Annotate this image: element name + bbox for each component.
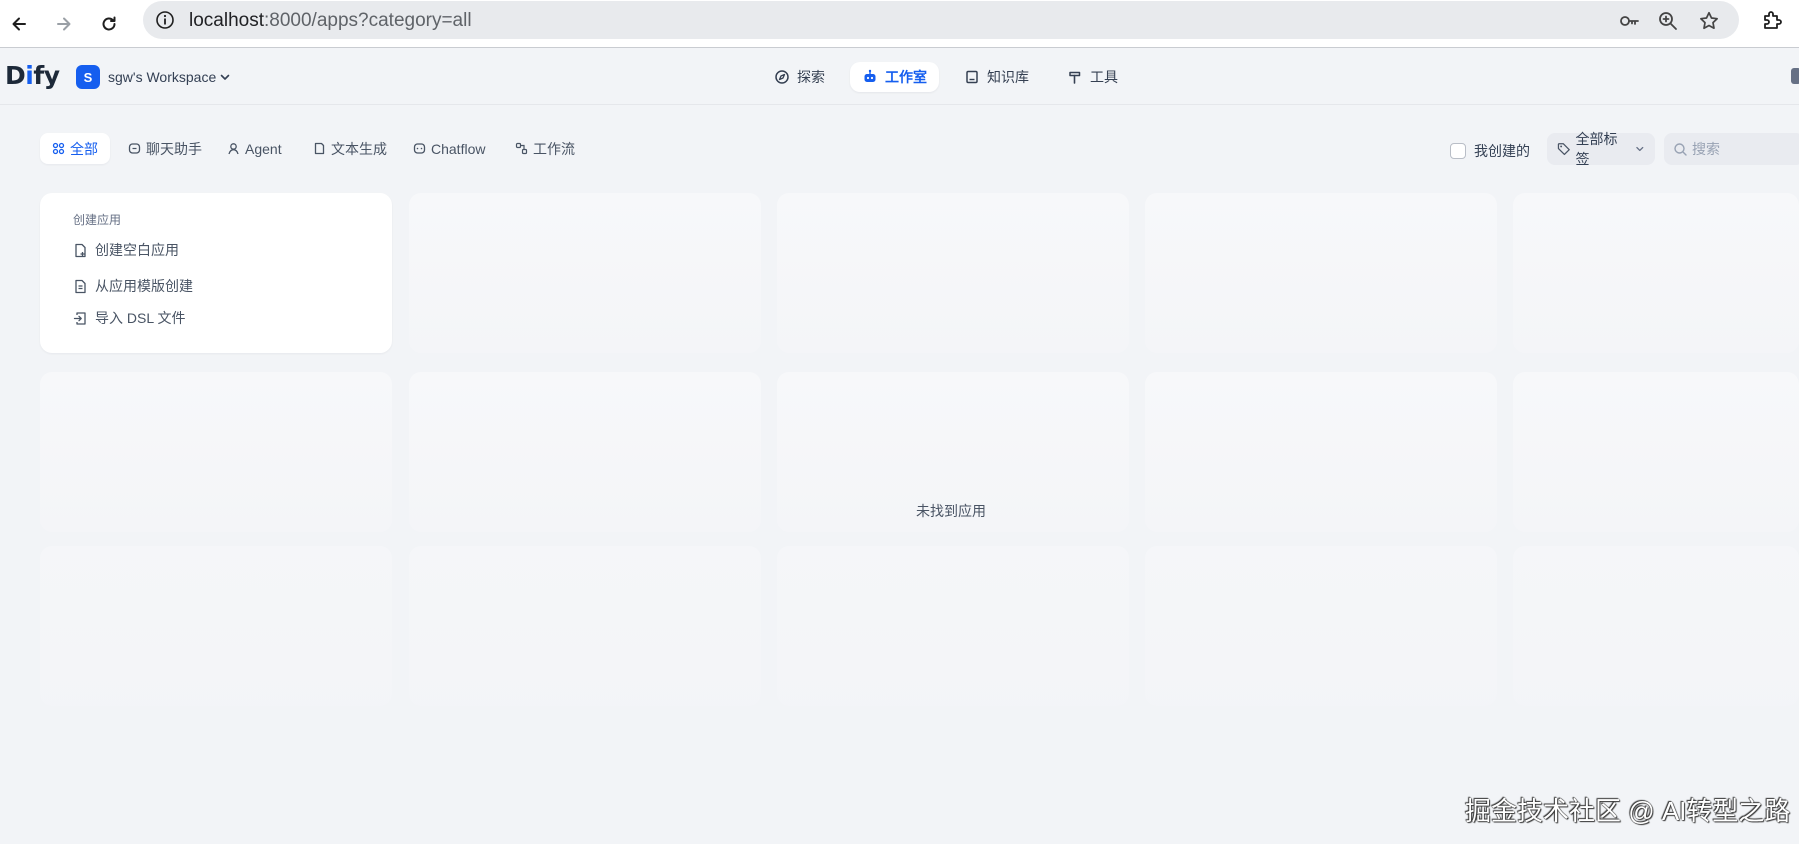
key-icon[interactable] [1618, 10, 1640, 32]
nav-tab-studio[interactable]: 工作室 [850, 62, 939, 92]
import-dsl-button[interactable]: 导入 DSL 文件 [73, 308, 186, 328]
app-card-placeholder [1145, 372, 1497, 532]
created-by-me-filter[interactable]: 我创建的 [1450, 141, 1530, 161]
dify-logo[interactable]: Dify [5, 61, 60, 90]
tag-icon [1557, 143, 1570, 156]
category-text-generation[interactable]: 文本生成 [301, 133, 399, 164]
url-text[interactable]: localhost:8000/apps?category=all [189, 10, 472, 32]
grid-icon [52, 142, 65, 155]
chevron-down-icon [220, 74, 230, 80]
account-avatar[interactable] [1791, 68, 1799, 84]
file-plus-icon [75, 243, 86, 257]
category-workflow[interactable]: 工作流 [503, 133, 587, 164]
empty-state-message: 未找到应用 [916, 503, 986, 519]
reload-icon [102, 16, 116, 31]
forward-button[interactable] [47, 7, 81, 41]
category-chat[interactable]: 聊天助手 [116, 133, 214, 164]
back-icon [12, 17, 26, 31]
category-agent[interactable]: Agent [215, 133, 294, 164]
search-icon [1674, 142, 1687, 156]
app-card-placeholder [40, 372, 392, 532]
category-chatflow[interactable]: Chatflow [401, 133, 497, 164]
compass-icon [775, 70, 789, 84]
app-card-placeholder [409, 193, 761, 353]
import-icon [73, 311, 86, 325]
nav-tab-knowledge[interactable]: 知识库 [952, 62, 1041, 92]
document-icon [314, 142, 325, 155]
address-bar[interactable]: localhost:8000/apps?category=all [143, 1, 1739, 39]
create-app-title: 创建应用 [73, 213, 122, 227]
app-card-placeholder [777, 193, 1129, 353]
watermark: 掘金技术社区 @ AI转型之路 [1465, 796, 1791, 826]
nav-tab-explore[interactable]: 探索 [762, 62, 837, 92]
reload-button[interactable] [92, 7, 126, 41]
chatflow-icon [413, 143, 426, 154]
nav-tab-tools[interactable]: 工具 [1055, 62, 1130, 92]
hammer-icon [1069, 71, 1081, 84]
created-by-me-checkbox[interactable] [1450, 143, 1466, 159]
create-app-card: 创建应用 创建空白应用 从应用模版创建 导入 DSL 文件 [40, 193, 392, 353]
app-card-placeholder [1145, 546, 1497, 706]
app-card-placeholder [409, 546, 761, 706]
star-icon[interactable] [1698, 10, 1720, 32]
extensions-icon[interactable] [1761, 8, 1785, 32]
workflow-icon [515, 142, 528, 155]
workspace-switcher[interactable]: S sgw's Workspace [76, 65, 231, 89]
create-from-template-button[interactable]: 从应用模版创建 [73, 276, 193, 296]
app-header: Dify S sgw's Workspace 探索 工作室 知识库 工具 [0, 49, 1799, 105]
book-icon [966, 70, 978, 84]
app-card-placeholder [40, 546, 392, 706]
chevron-down-icon [1636, 146, 1644, 152]
app-card-placeholder [777, 546, 1129, 706]
back-button[interactable] [2, 7, 36, 41]
workspace-avatar: S [76, 65, 100, 89]
search-input[interactable] [1692, 141, 1799, 157]
robot-icon [864, 69, 876, 82]
chat-icon [128, 143, 141, 154]
search-box[interactable] [1664, 133, 1799, 165]
app-card-placeholder [1513, 193, 1799, 353]
site-info-icon[interactable] [155, 10, 175, 30]
forward-icon [57, 17, 71, 31]
browser-toolbar: localhost:8000/apps?category=all [0, 0, 1799, 48]
app-card-placeholder [1513, 546, 1799, 706]
workspace-name: sgw's Workspace [108, 69, 217, 85]
zoom-icon[interactable] [1657, 10, 1679, 32]
tags-filter-button[interactable]: 全部标签 [1547, 131, 1655, 167]
app-card-placeholder [409, 372, 761, 532]
app-card-placeholder [1513, 372, 1799, 532]
agent-icon [228, 143, 239, 155]
template-icon [75, 279, 86, 293]
app-card-placeholder [1145, 193, 1497, 353]
category-all[interactable]: 全部 [40, 133, 110, 164]
create-blank-app-button[interactable]: 创建空白应用 [73, 240, 179, 260]
